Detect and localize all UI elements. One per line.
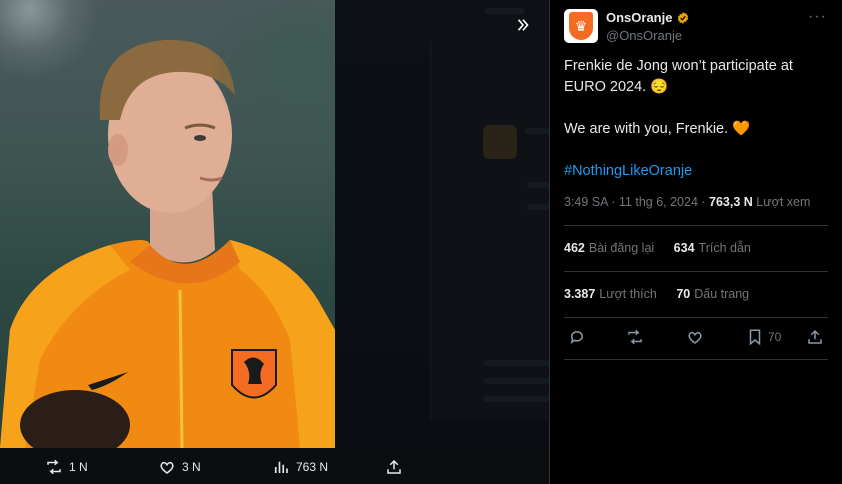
heart-icon bbox=[160, 461, 174, 474]
tweet-line-2: We are with you, Frenkie. 🧡 bbox=[564, 121, 751, 137]
heart-icon bbox=[688, 331, 702, 344]
divider bbox=[564, 317, 828, 318]
share-button[interactable] bbox=[385, 458, 403, 476]
handle[interactable]: @OnsOranje bbox=[606, 28, 682, 43]
like-button[interactable] bbox=[686, 328, 704, 346]
views-count: 763 N bbox=[296, 460, 329, 474]
tweet-text: Frenkie de Jong won’t participate at EUR… bbox=[564, 56, 834, 182]
knvb-lion-icon: ♛ bbox=[569, 12, 593, 40]
like-count: 3 N bbox=[182, 460, 201, 474]
more-options-button[interactable]: ··· bbox=[808, 8, 827, 26]
divider bbox=[564, 359, 828, 360]
likes-label: Lượt thích bbox=[599, 287, 657, 301]
reposts-label: Bài đăng lại bbox=[588, 241, 655, 255]
reply-icon bbox=[570, 331, 583, 344]
retweet-count: 1 N bbox=[69, 460, 88, 474]
reposts-count: 462 bbox=[564, 241, 585, 255]
quotes-stat[interactable]: 634 Trích dẫn bbox=[674, 241, 751, 255]
quotes-count: 634 bbox=[673, 241, 695, 255]
timestamp[interactable]: 3:49 SA · 11 thg 6, 2024 · bbox=[564, 195, 706, 209]
bookmark-count: 70 bbox=[768, 330, 782, 344]
share-icon bbox=[808, 329, 822, 344]
like-button[interactable]: 3 N bbox=[158, 458, 201, 476]
likes-stat[interactable]: 3.387 Lượt thích bbox=[564, 287, 657, 301]
share-button[interactable] bbox=[806, 328, 824, 346]
views-button[interactable]: 763 N bbox=[272, 458, 328, 476]
more-icon: ··· bbox=[808, 8, 827, 25]
share-icon bbox=[387, 459, 401, 474]
tweet-meta: 3:49 SA · 11 thg 6, 2024 · 763,3 N Lượt … bbox=[564, 195, 810, 209]
expand-panel-button[interactable] bbox=[510, 12, 536, 38]
verified-badge-icon bbox=[678, 11, 689, 24]
bookmark-icon bbox=[749, 329, 761, 346]
viewer-action-bar: 1 N 3 N 763 N bbox=[0, 448, 549, 484]
views-count-total: 763,3 N bbox=[709, 195, 753, 209]
bookmark-button[interactable]: 70 bbox=[746, 328, 781, 346]
tweet-photo[interactable] bbox=[0, 0, 335, 448]
views-label: Lượt xem bbox=[756, 195, 811, 209]
stats-row-2: 3.387 Lượt thích 70 Dấu trang bbox=[564, 287, 765, 301]
display-name[interactable]: OnsOranje bbox=[606, 10, 672, 25]
retweet-button[interactable]: 1 N bbox=[45, 458, 88, 476]
tweet-detail-panel: ♛ OnsOranje @OnsOranje ··· Frenkie de Jo… bbox=[549, 0, 842, 484]
repost-button[interactable] bbox=[626, 328, 644, 346]
divider bbox=[564, 271, 828, 272]
bookmarks-count: 70 bbox=[676, 287, 691, 301]
likes-count: 3.387 bbox=[564, 287, 596, 301]
media-viewer: Người li bbox=[0, 0, 549, 484]
tweet-actions: 70 bbox=[564, 328, 828, 350]
chevrons-right-icon bbox=[517, 19, 529, 31]
hashtag-link[interactable]: #NothingLikeOranje bbox=[564, 161, 834, 182]
divider bbox=[564, 225, 828, 226]
avatar[interactable]: ♛ bbox=[564, 9, 598, 43]
stats-row-1: 462 Bài đăng lại 634 Trích dẫn bbox=[564, 241, 767, 255]
retweet-icon bbox=[47, 459, 61, 475]
author-name-row: OnsOranje bbox=[606, 10, 690, 25]
bookmarks-stat[interactable]: 70 Dấu trang bbox=[676, 287, 749, 301]
quotes-label: Trích dẫn bbox=[698, 241, 751, 255]
retweet-icon bbox=[628, 329, 642, 345]
reply-button[interactable] bbox=[568, 328, 586, 346]
bookmarks-label: Dấu trang bbox=[694, 287, 750, 301]
tweet-line-1: Frenkie de Jong won’t participate at EUR… bbox=[564, 58, 793, 95]
background-avatar bbox=[483, 125, 517, 159]
reposts-stat[interactable]: 462 Bài đăng lại bbox=[564, 241, 654, 255]
views-icon bbox=[274, 461, 288, 473]
